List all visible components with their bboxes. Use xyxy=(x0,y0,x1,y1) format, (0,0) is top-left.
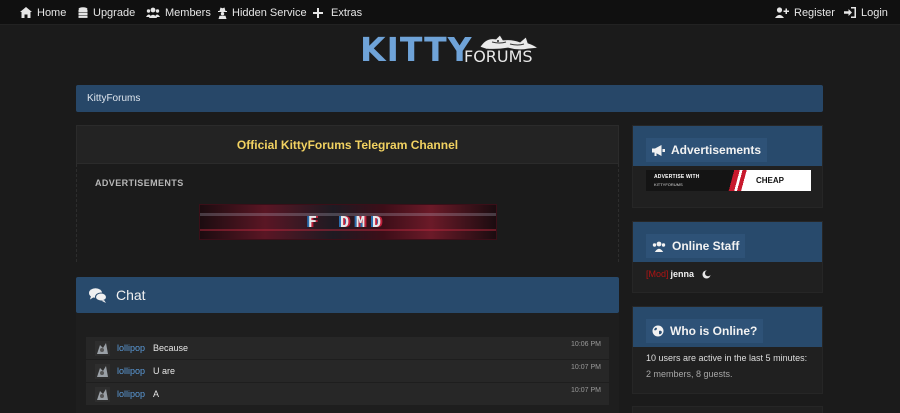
chat-username[interactable]: lollipop xyxy=(117,366,145,376)
breadcrumb-home-link[interactable]: KittyForums xyxy=(87,93,140,104)
nav-register-label: Register xyxy=(794,6,835,19)
user-secret-icon xyxy=(218,7,227,19)
advertisements-heading: ADVERTISEMENTS xyxy=(95,178,184,188)
user-avatar[interactable] xyxy=(95,341,110,356)
nav-hidden-service-link[interactable]: Hidden Service xyxy=(218,0,307,25)
online-users-summary: 10 users are active in the last 5 minute… xyxy=(646,353,808,363)
chat-message-text: A xyxy=(153,389,160,399)
sign-in-icon xyxy=(844,7,856,18)
user-avatar[interactable] xyxy=(95,387,110,402)
sidebar-who-online-title: Who is Online? xyxy=(670,324,758,338)
sidebar-next-panel xyxy=(632,406,823,413)
nav-login-link[interactable]: Login xyxy=(844,0,888,25)
coins-icon xyxy=(78,7,88,18)
chat-message-text: Because xyxy=(153,343,189,353)
bullhorn-icon xyxy=(652,144,665,156)
sidebar-who-online-header: Who is Online? xyxy=(646,319,764,343)
advertise-banner-cta: CHEAP xyxy=(756,176,785,185)
user-plus-icon xyxy=(775,7,789,18)
nav-home-link[interactable]: Home xyxy=(20,0,66,25)
sidebar-advertisements-title: Advertisements xyxy=(671,143,762,157)
users-icon xyxy=(652,241,666,252)
telegram-channel-link[interactable]: Official KittyForums Telegram Channel xyxy=(237,138,458,152)
top-navigation-bar: Home Upgrade Members Hidden Service Extr… xyxy=(0,0,900,25)
sidebar-online-staff-title: Online Staff xyxy=(672,239,740,253)
dmd-ad-banner[interactable]: F DMD xyxy=(199,204,497,240)
site-logo[interactable]: KITTY FORUMS xyxy=(360,30,550,70)
nav-register-link[interactable]: Register xyxy=(775,0,835,25)
sidebar-advertisements-header: Advertisements xyxy=(646,138,768,162)
moon-icon xyxy=(702,269,712,278)
nav-members-label: Members xyxy=(165,6,211,19)
chat-message-row: lollipop Because 10:06 PM xyxy=(86,337,609,360)
chat-message-row: lollipop A 10:07 PM xyxy=(86,383,609,406)
breadcrumb: KittyForums xyxy=(76,85,823,112)
chat-title: Chat xyxy=(116,287,146,303)
sidebar-advertisements-panel: Advertisements ADVERTISE WITH KITTYFORUM… xyxy=(632,125,823,208)
advertise-banner-line2: KITTYFORUMS xyxy=(654,182,683,187)
sidebar-online-staff-panel: Online Staff [Mod] jenna xyxy=(632,221,823,293)
nav-members-link[interactable]: Members xyxy=(146,0,211,25)
advertise-banner-line1: ADVERTISE WITH xyxy=(654,174,700,180)
logo-secondary-text: FORUMS xyxy=(464,47,533,66)
nav-home-label: Home xyxy=(37,6,67,19)
advertise-with-us-banner[interactable]: ADVERTISE WITH KITTYFORUMS CHEAP xyxy=(646,170,811,191)
chat-message-list: lollipop Because 10:06 PM lollipop U are… xyxy=(76,313,619,413)
staff-member[interactable]: [Mod] jenna xyxy=(646,269,712,279)
chat-timestamp: 10:07 PM xyxy=(571,387,601,394)
chat-timestamp: 10:06 PM xyxy=(571,341,601,348)
nav-extras-label: Extras xyxy=(331,6,363,19)
user-avatar[interactable] xyxy=(95,364,110,379)
chat-message-text: U are xyxy=(153,366,176,376)
nav-upgrade-link[interactable]: Upgrade xyxy=(78,0,135,25)
chat-username[interactable]: lollipop xyxy=(117,343,145,353)
chat-timestamp: 10:07 PM xyxy=(571,364,601,371)
logo-primary-text: KITTY xyxy=(360,30,473,69)
chat-username[interactable]: lollipop xyxy=(117,389,145,399)
staff-role-tag: [Mod] xyxy=(646,269,669,279)
users-icon xyxy=(146,7,160,18)
nav-login-label: Login xyxy=(861,6,888,19)
telegram-announcement: Official KittyForums Telegram Channel xyxy=(76,125,619,164)
nav-upgrade-label: Upgrade xyxy=(93,6,136,19)
comments-icon xyxy=(89,287,107,303)
globe-icon xyxy=(652,325,664,337)
chat-header: Chat xyxy=(76,277,619,313)
nav-extras-link[interactable]: Extras xyxy=(313,0,362,25)
chat-message-row: lollipop U are 10:07 PM xyxy=(86,360,609,383)
home-icon xyxy=(20,7,32,18)
sidebar-who-online-panel: Who is Online? 10 users are active in th… xyxy=(632,306,823,394)
online-users-detail: 2 members, 8 guests. xyxy=(646,369,733,379)
sidebar-online-staff-header: Online Staff xyxy=(646,234,746,258)
staff-username[interactable]: jenna xyxy=(671,269,695,279)
dmd-banner-text: F DMD xyxy=(307,213,389,231)
nav-hidden-service-label: Hidden Service xyxy=(232,6,307,19)
advertisements-block: ADVERTISEMENTS F DMD xyxy=(76,164,619,262)
plus-icon xyxy=(313,7,323,18)
